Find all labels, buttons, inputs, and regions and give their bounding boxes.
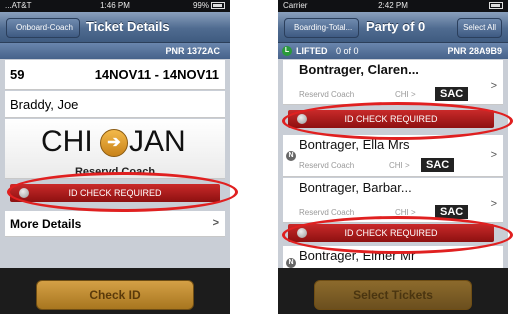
origin-code: CHI > — [395, 208, 416, 217]
list-item[interactable]: N Bontrager, Elmer Mr — [283, 246, 503, 270]
chevron-right-icon: > — [212, 217, 219, 229]
status-bar: ...AT&T 1:46 PM 99% — [0, 0, 230, 12]
toolbar: Select Tickets — [278, 268, 508, 314]
destination-code: JAN — [129, 125, 186, 158]
status-dot-icon — [19, 188, 29, 198]
clock: 2:42 PM — [378, 1, 408, 10]
status-dot-icon — [297, 114, 307, 124]
list-item[interactable]: N Bontrager, Ella Mrs Reservd Coach CHI … — [283, 135, 503, 177]
check-id-button[interactable]: Check ID — [36, 280, 194, 310]
toolbar: Check ID — [0, 268, 230, 314]
passenger-name: Bontrager, Barbar... — [299, 180, 412, 195]
page-title: Ticket Details — [86, 19, 170, 34]
back-button[interactable]: Boarding-Total... — [284, 18, 360, 38]
destination-code: SAC — [435, 87, 469, 101]
train-info-row: 59 14NOV11 - 14NOV11 — [5, 60, 225, 90]
lifted-count: 0 of 0 — [336, 46, 359, 56]
list-item[interactable]: Bontrager, Barbar... Reservd Coach CHI >… — [283, 178, 503, 223]
destination-code: SAC — [435, 205, 469, 219]
select-all-button[interactable]: Select All — [457, 18, 502, 38]
nav-bar: Onboard-Coach Ticket Details — [0, 12, 230, 43]
origin-code: CHI > — [389, 161, 410, 170]
origin-code: CHI — [41, 125, 93, 158]
passenger-row: Braddy, Joe — [5, 91, 225, 118]
pnr-label: PNR 1372AC — [165, 46, 220, 56]
ticket-details-screen: ...AT&T 1:46 PM 99% Onboard-Coach Ticket… — [0, 0, 230, 314]
alert-text: ID CHECK REQUIRED — [344, 114, 438, 124]
status-bar: Carrier 2:42 PM — [278, 0, 508, 12]
pnr-bar: PNR 1372AC — [0, 43, 230, 59]
more-details-label: More Details — [10, 217, 82, 231]
page-title: Party of 0 — [366, 19, 426, 34]
alert-text: ID CHECK REQUIRED — [68, 188, 162, 198]
passenger-name: Bontrager, Ella Mrs — [299, 137, 410, 152]
arrow-right-icon: ➔ — [100, 129, 128, 157]
chevron-right-icon: > — [490, 198, 497, 210]
destination-code: SAC — [421, 158, 455, 172]
lifted-badge-icon: L — [282, 46, 292, 56]
party-list-screen: Carrier 2:42 PM Boarding-Total... Party … — [278, 0, 508, 314]
alert-text: ID CHECK REQUIRED — [344, 228, 438, 238]
chevron-right-icon: > — [490, 80, 497, 92]
status-badge: N — [286, 258, 296, 268]
battery-icon — [211, 2, 225, 10]
passenger-name: Bontrager, Claren... — [299, 62, 419, 77]
status-dot-icon — [297, 228, 307, 238]
origin-code: CHI > — [395, 90, 416, 99]
battery-indicator: 99% — [193, 0, 225, 12]
more-details-row[interactable]: More Details > — [5, 211, 225, 237]
route-panel: CHI ➔ JAN Reservd Coach — [5, 119, 225, 179]
coach-class: Reservd Coach — [74, 166, 156, 178]
pnr-label: PNR 28A9B9 — [447, 46, 502, 56]
train-number: 59 — [10, 67, 25, 82]
passenger-name: Bontrager, Elmer Mr — [299, 248, 416, 263]
battery-icon — [489, 2, 503, 10]
passenger-name: Braddy, Joe — [10, 97, 79, 112]
lifted-bar: L LIFTED 0 of 0 PNR 28A9B9 — [278, 43, 508, 59]
passenger-class: Reservd Coach — [299, 161, 355, 170]
status-badge: N — [286, 151, 296, 161]
id-check-banner: ID CHECK REQUIRED — [10, 184, 220, 202]
nav-bar: Boarding-Total... Party of 0 Select All — [278, 12, 508, 43]
passenger-class: Reservd Coach — [299, 90, 355, 99]
list-item[interactable]: Bontrager, Claren... Reservd Coach CHI >… — [283, 60, 503, 105]
travel-dates: 14NOV11 - 14NOV11 — [94, 67, 219, 82]
select-tickets-button[interactable]: Select Tickets — [314, 280, 472, 310]
passenger-class: Reservd Coach — [299, 208, 355, 217]
battery-indicator — [487, 0, 503, 12]
lifted-label: LIFTED — [296, 46, 328, 56]
back-button[interactable]: Onboard-Coach — [6, 18, 80, 38]
chevron-right-icon: > — [490, 149, 497, 161]
id-check-banner: ID CHECK REQUIRED — [288, 224, 494, 242]
id-check-banner: ID CHECK REQUIRED — [288, 110, 494, 128]
